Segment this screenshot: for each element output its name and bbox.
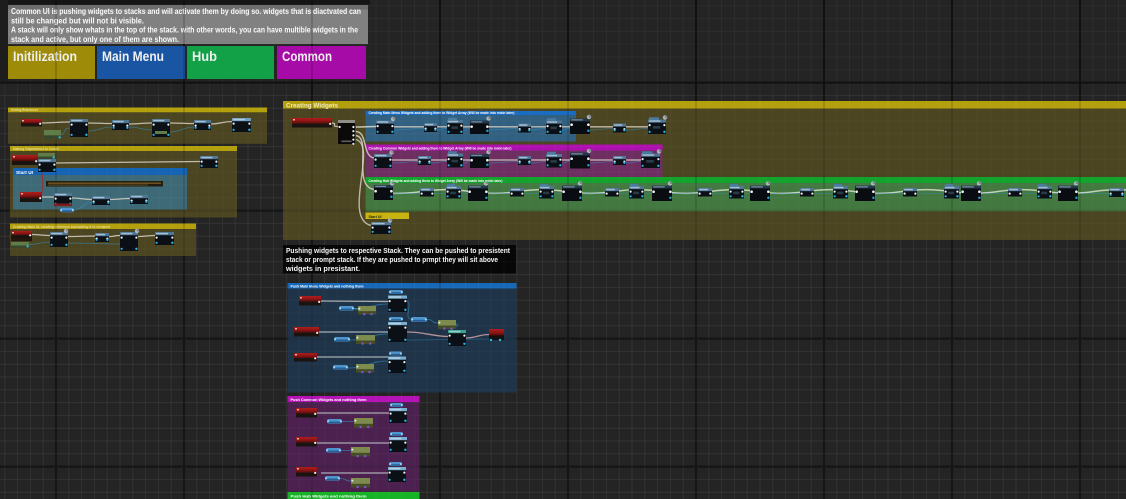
svg-text:Common UI is pushing widgets t: Common UI is pushing widgets to stacks a… [11,7,361,16]
svg-text:Initilization: Initilization [13,48,77,64]
svg-text:widgets in presistant.: widgets in presistant. [285,264,360,273]
svg-text:Start UI: Start UI [369,215,382,219]
svg-text:Hub: Hub [192,48,217,64]
svg-text:Creating Main Menu Widgets and: Creating Main Menu Widgets and adding th… [369,111,515,115]
svg-text:Common: Common [282,48,332,64]
svg-text:Main Menu: Main Menu [102,48,164,64]
svg-text:Push Common Widgets and nothin: Push Common Widgets and nothing them [291,398,367,402]
svg-text:Pushing widgets to respective: Pushing widgets to respective Stack. The… [286,246,510,255]
svg-text:Making Dependenci to Create: Making Dependenci to Create [13,147,59,151]
svg-text:Push Hub Widgets and nothing t: Push Hub Widgets and nothing them [291,495,367,499]
svg-text:Creating Main UI, creating ref: Creating Main UI, creating reference and… [13,225,111,229]
svg-text:stack and active, but only one: stack and active, but only one of them a… [11,35,179,44]
svg-text:still be changed but will not: still be changed but will not bi visible… [11,16,144,25]
svg-text:stack or prompt stack. If they: stack or prompt stack. If they are pushe… [286,255,499,264]
